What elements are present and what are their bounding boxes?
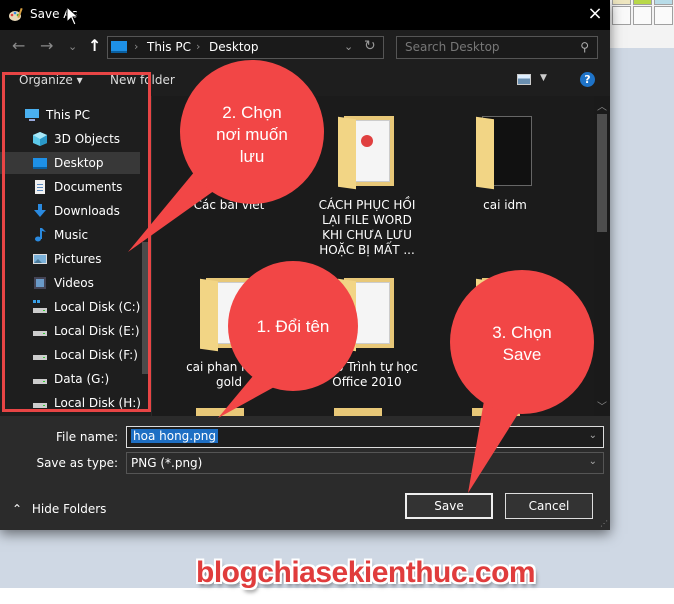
hide-folders-button[interactable]: ⌃ Hide Folders: [12, 502, 106, 516]
this-pc-icon: [111, 41, 127, 53]
mouse-cursor-icon: [66, 6, 80, 26]
file-pane-scrollbar[interactable]: ︿ ﹀: [594, 96, 610, 416]
callout-3-line: 3. Chọn: [492, 323, 552, 342]
hide-folders-label: Hide Folders: [31, 502, 107, 516]
background-palette: [610, 0, 674, 48]
breadcrumb-desktop[interactable]: Desktop: [209, 40, 259, 54]
file-item-label: Các bài viết: [193, 198, 265, 212]
breadcrumb-separator: ›: [196, 40, 201, 53]
save-as-type-select[interactable]: PNG (*.png) ⌄: [126, 452, 604, 474]
callout-2-line: lưu: [239, 147, 265, 166]
callout-2-text: 2. Chọn nơi muốn lưu: [196, 102, 308, 168]
callout-3-line: Save: [502, 345, 542, 364]
help-icon[interactable]: ?: [580, 72, 595, 87]
folder-icon: [338, 114, 396, 190]
file-pane-scrollbar-thumb[interactable]: [597, 114, 607, 232]
callout-2-line: 2. Chọn: [222, 103, 282, 122]
background-footer: [0, 588, 674, 604]
resize-grip-icon[interactable]: ⋰: [600, 519, 608, 528]
file-name-label: File name:: [56, 430, 118, 444]
close-button[interactable]: ×: [580, 0, 610, 30]
view-options-icon[interactable]: [517, 74, 531, 85]
save-as-dialog: Save As × ← → ⌄ ↑ › This PC › Desktop ⌄ …: [0, 0, 610, 530]
save-as-type-dropdown-icon[interactable]: ⌄: [589, 456, 597, 467]
recent-locations-button[interactable]: ⌄: [68, 39, 77, 55]
file-name-dropdown-icon[interactable]: ⌄: [589, 430, 597, 441]
folder-icon: [338, 276, 396, 352]
folder-icon: [334, 408, 382, 416]
save-button[interactable]: Save: [405, 493, 493, 519]
color-swatch: [612, 0, 631, 5]
color-swatch: [654, 6, 673, 25]
file-item-label: cai idm: [483, 198, 527, 212]
back-button[interactable]: ←: [12, 38, 25, 54]
scroll-down-icon[interactable]: ﹀: [597, 398, 607, 413]
search-icon[interactable]: ⚲: [580, 40, 589, 54]
breadcrumb-this-pc[interactable]: This PC: [147, 40, 191, 54]
refresh-icon[interactable]: ↻: [364, 38, 376, 54]
view-dropdown-icon[interactable]: ▼: [540, 73, 547, 83]
save-as-type-value: PNG (*.png): [131, 456, 203, 470]
watermark: blogchiasekienthuc.com: [196, 556, 536, 589]
folder-icon: [472, 408, 520, 416]
callout-3-text: 3. Chọn Save: [466, 322, 578, 366]
folder-icon: [476, 114, 534, 190]
callout-1-text: 1. Đổi tên: [256, 317, 330, 336]
address-dropdown-icon[interactable]: ⌄: [344, 40, 353, 53]
search-input[interactable]: Search Desktop ⚲: [396, 36, 598, 59]
chevron-up-icon: ⌃: [12, 502, 23, 516]
breadcrumb-separator: ›: [134, 40, 139, 53]
paint-app-icon: [9, 7, 23, 21]
highlight-box: [2, 72, 151, 412]
cancel-button[interactable]: Cancel: [505, 493, 593, 519]
save-as-type-label: Save as type:: [36, 456, 118, 470]
color-swatch: [633, 0, 652, 5]
color-swatch: [612, 6, 631, 25]
file-item-label: cai phan mem gold: [186, 360, 272, 389]
up-button[interactable]: ↑: [88, 38, 101, 54]
save-form: File name: hoa hong.png ⌄ Save as type: …: [0, 416, 610, 530]
forward-button[interactable]: →: [40, 38, 53, 54]
file-item-label: Giáo Trình tự học Office 2010: [316, 360, 418, 389]
scroll-up-icon[interactable]: ︿: [597, 98, 607, 113]
folder-icon: [200, 276, 258, 352]
title-bar: Save As ×: [0, 0, 610, 30]
file-item[interactable]: cai idm: [450, 114, 560, 213]
file-item-label: CÁCH PHỤC HỒI LẠI FILE WORD KHI CHƯA LƯU…: [318, 198, 416, 257]
callout-2-line: nơi muốn: [216, 125, 288, 144]
file-item[interactable]: CÁCH PHỤC HỒI LẠI FILE WORD KHI CHƯA LƯU…: [312, 114, 422, 258]
folder-icon: [196, 408, 244, 416]
color-swatch: [654, 0, 673, 5]
file-name-input[interactable]: hoa hong.png ⌄: [126, 426, 604, 448]
search-placeholder: Search Desktop: [405, 40, 500, 54]
address-bar[interactable]: › This PC › Desktop ⌄ ↻: [107, 36, 384, 59]
file-name-value: hoa hong.png: [131, 429, 218, 443]
color-swatch: [633, 6, 652, 25]
navigation-bar: ← → ⌄ ↑ › This PC › Desktop ⌄ ↻ Search D…: [0, 30, 610, 64]
